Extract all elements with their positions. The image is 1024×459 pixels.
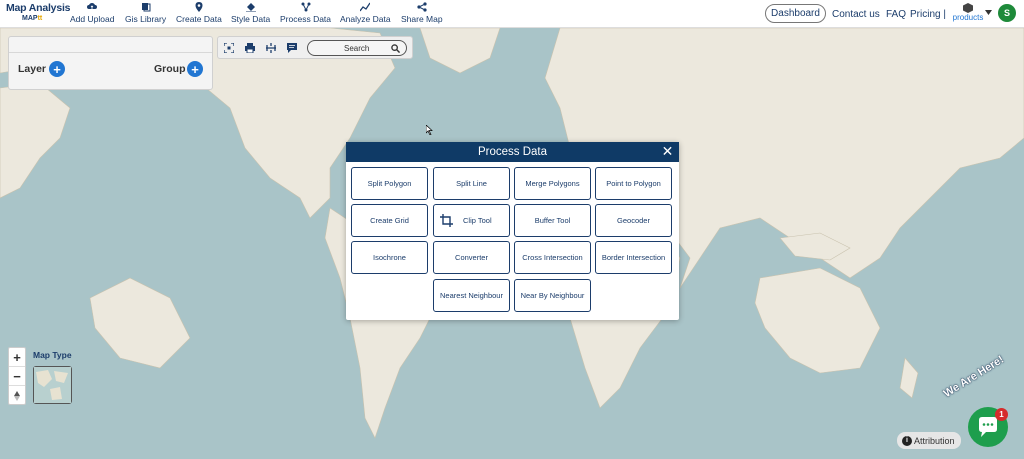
group-label: Group: [154, 63, 186, 75]
attribution-label: Attribution: [914, 435, 955, 446]
map-toolbar: Search: [217, 36, 413, 59]
search-icon: [391, 44, 400, 53]
nav-label: Analyze Data: [340, 14, 391, 24]
paint-bucket-icon: [245, 3, 256, 12]
contact-link[interactable]: Contact us: [832, 0, 880, 28]
nav-gis-library[interactable]: Gis Library: [125, 2, 166, 24]
converter-button[interactable]: Converter: [433, 241, 510, 274]
measure-icon[interactable]: [266, 43, 276, 53]
print-icon[interactable]: [245, 43, 255, 53]
mouse-cursor-icon: [426, 125, 433, 135]
caret-down-icon[interactable]: [985, 10, 992, 15]
products-menu[interactable]: products: [950, 3, 986, 27]
zoom-out-button[interactable]: −: [9, 367, 25, 386]
near-by-neighbour-button[interactable]: Near By Neighbour: [514, 279, 591, 312]
create-grid-button[interactable]: Create Grid: [351, 204, 428, 237]
map-type-thumbnail[interactable]: [33, 366, 72, 404]
point-to-polygon-button[interactable]: Point to Polygon: [595, 167, 672, 200]
crop-icon: [440, 214, 453, 227]
share-icon: [417, 2, 427, 12]
nav-add-upload[interactable]: Add Upload: [70, 2, 114, 24]
brand-title: Map Analysis: [6, 2, 71, 14]
faq-link[interactable]: FAQ: [886, 0, 906, 28]
nav-label: Process Data: [280, 14, 332, 24]
process-data-modal: Process Data ✕ Split Polygon Split Line …: [346, 142, 679, 320]
map-search-input[interactable]: Search: [307, 40, 407, 56]
split-polygon-button[interactable]: Split Polygon: [351, 167, 428, 200]
geocoder-button[interactable]: Geocoder: [595, 204, 672, 237]
analyze-icon: [360, 2, 371, 12]
nav-label: Style Data: [231, 14, 271, 24]
library-icon: [141, 3, 151, 12]
nav-label: Create Data: [176, 14, 222, 24]
fullscreen-icon[interactable]: [224, 43, 234, 53]
nav-label: Gis Library: [125, 14, 167, 24]
info-icon: i: [902, 435, 912, 446]
layers-panel-header: [9, 37, 212, 53]
top-navigation-bar: Map Analysis MAPtt Add Upload Gis Librar…: [0, 0, 1024, 28]
zoom-control: + −: [8, 347, 26, 405]
nearest-neighbour-button[interactable]: Nearest Neighbour: [433, 279, 510, 312]
cloud-upload-icon: [87, 3, 98, 9]
comment-icon[interactable]: [287, 43, 297, 53]
dashboard-button[interactable]: Dashboard: [765, 4, 826, 23]
close-icon[interactable]: ✕: [661, 144, 674, 158]
attribution-button[interactable]: i Attribution: [897, 432, 961, 449]
modal-header: Process Data: [346, 142, 679, 162]
pricing-link[interactable]: Pricing |: [910, 0, 946, 28]
brand-subtitle: MAPtt: [22, 15, 43, 22]
layer-label: Layer: [18, 63, 47, 75]
nav-share-map[interactable]: Share Map: [401, 2, 443, 24]
clip-tool-button[interactable]: Clip Tool: [433, 204, 510, 237]
add-layer-button[interactable]: +: [49, 61, 65, 77]
compass-button[interactable]: [9, 386, 25, 405]
search-label: Search: [344, 44, 370, 53]
add-group-button[interactable]: +: [187, 61, 203, 77]
cube-icon: [963, 3, 973, 13]
modal-title: Process Data: [477, 146, 548, 158]
nav-analyze-data[interactable]: Analyze Data: [340, 2, 391, 24]
layers-panel: Layer + Group +: [8, 36, 213, 90]
nav-label: Add Upload: [70, 14, 115, 24]
nav-label: Share Map: [401, 14, 443, 24]
map-pin-icon: [195, 2, 203, 12]
merge-polygons-button[interactable]: Merge Polygons: [514, 167, 591, 200]
products-label: products: [952, 13, 984, 22]
user-avatar[interactable]: S: [998, 4, 1016, 22]
cross-intersection-button[interactable]: Cross Intersection: [514, 241, 591, 274]
map-type-label: Map Type: [33, 350, 72, 360]
nav-create-data[interactable]: Create Data: [176, 2, 222, 24]
globe-thumbnail-icon: [34, 367, 71, 403]
notification-badge: 1: [995, 408, 1008, 421]
compass-icon: [14, 390, 20, 401]
border-intersection-button[interactable]: Border Intersection: [595, 241, 672, 274]
clip-tool-label: Clip Tool: [463, 216, 492, 225]
split-line-button[interactable]: Split Line: [433, 167, 510, 200]
buffer-tool-button[interactable]: Buffer Tool: [514, 204, 591, 237]
process-icon: [301, 2, 311, 12]
nav-process-data[interactable]: Process Data: [280, 2, 331, 24]
brand-logo[interactable]: Map Analysis MAPtt: [6, 2, 71, 26]
zoom-in-button[interactable]: +: [9, 348, 25, 367]
isochrone-button[interactable]: Isochrone: [351, 241, 428, 274]
nav-style-data[interactable]: Style Data: [231, 2, 270, 24]
